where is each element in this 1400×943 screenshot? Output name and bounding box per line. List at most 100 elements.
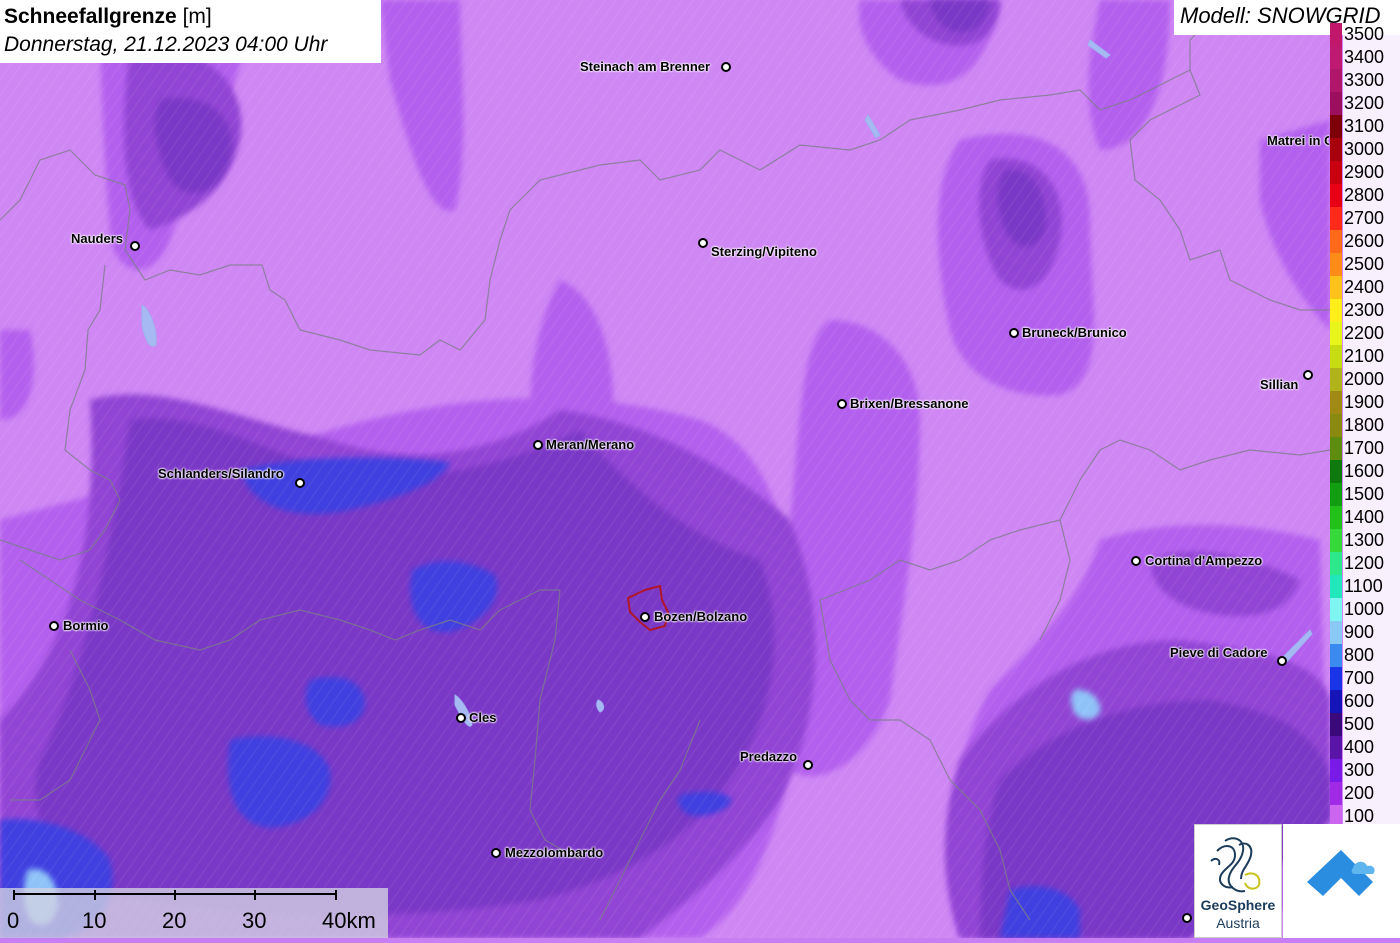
city-dot-unlabeled [1182, 913, 1192, 923]
scale-label-40: 40km [322, 908, 376, 933]
legend-swatch [1330, 736, 1342, 759]
legend-row-300: 300 [1330, 759, 1400, 782]
legend-label: 3300 [1343, 69, 1400, 92]
app-logo-icon [1307, 850, 1375, 896]
legend-swatch [1330, 506, 1342, 529]
city-dot-meran [533, 440, 543, 450]
legend-row-2300: 2300 [1330, 299, 1400, 322]
legend-label: 2700 [1343, 207, 1400, 230]
scale-label-20: 20 [162, 908, 187, 933]
legend-label: 500 [1343, 713, 1400, 736]
legend-label: 2500 [1343, 253, 1400, 276]
legend-row-800: 800 [1330, 644, 1400, 667]
legend-swatch [1330, 322, 1342, 345]
city-label-sterzing: Sterzing/Vipiteno [711, 244, 817, 259]
legend-row-2200: 2200 [1330, 322, 1400, 345]
legend-swatch [1330, 391, 1342, 414]
legend-label: 1700 [1343, 437, 1400, 460]
legend-swatch [1330, 621, 1342, 644]
city-label-nauders: Nauders [71, 231, 124, 246]
legend-swatch [1330, 690, 1342, 713]
map-title-box: Schneefallgrenze [m] Donnerstag, 21.12.2… [0, 0, 381, 63]
legend-swatch [1330, 644, 1342, 667]
legend-label: 2600 [1343, 230, 1400, 253]
legend-label: 800 [1343, 644, 1400, 667]
legend-swatch [1330, 552, 1342, 575]
city-label-matrei: Matrei in Osttirol [1267, 134, 1329, 148]
legend-swatch [1330, 437, 1342, 460]
legend-row-2400: 2400 [1330, 276, 1400, 299]
legend-row-600: 600 [1330, 690, 1400, 713]
city-label-mezzolombardo: Mezzolombardo [505, 845, 604, 860]
city-dot-bormio [49, 621, 59, 631]
city-label-bozen: Bozen/Bolzano [654, 609, 748, 624]
legend-label: 400 [1343, 736, 1400, 759]
legend-swatch [1330, 138, 1342, 161]
legend-label: 1900 [1343, 391, 1400, 414]
scale-bar: 0 10 20 30 40km [0, 888, 388, 938]
legend-row-3100: 3100 [1330, 115, 1400, 138]
legend-label: 1500 [1343, 483, 1400, 506]
legend-swatch [1330, 23, 1342, 46]
legend-swatch [1330, 782, 1342, 805]
legend-row-2100: 2100 [1330, 345, 1400, 368]
legend-label: 2800 [1343, 184, 1400, 207]
legend-row-3300: 3300 [1330, 69, 1400, 92]
legend-swatch [1330, 368, 1342, 391]
legend-swatch [1330, 483, 1342, 506]
map-title-unit: [m] [176, 5, 212, 28]
city-dot-predazzo [803, 760, 813, 770]
scale-label-30: 30 [242, 908, 267, 933]
city-dot-sterzing [698, 238, 708, 248]
legend-row-3000: 3000 [1330, 138, 1400, 161]
legend-row-1400: 1400 [1330, 506, 1400, 529]
legend-label: 2000 [1343, 368, 1400, 391]
legend-label: 2100 [1343, 345, 1400, 368]
city-label-bormio: Bormio [63, 618, 109, 633]
scale-label-10: 10 [82, 908, 107, 933]
city-label-cortina: Cortina d'Ampezzo [1145, 553, 1263, 568]
geosphere-line1: GeoSphere [1200, 897, 1276, 913]
legend-swatch [1330, 345, 1342, 368]
legend-label: 2300 [1343, 299, 1400, 322]
legend-label: 3200 [1343, 92, 1400, 115]
city-label-brixen: Brixen/Bressanone [850, 396, 969, 411]
legend-label: 1800 [1343, 414, 1400, 437]
city-dot-brixen [837, 399, 847, 409]
city-label-cles: Cles [469, 710, 497, 725]
legend-row-1800: 1800 [1330, 414, 1400, 437]
legend-swatch [1330, 598, 1342, 621]
city-label-predazzo: Predazzo [740, 749, 798, 764]
legend-swatch [1330, 529, 1342, 552]
city-label-steinach: Steinach am Brenner [580, 59, 711, 74]
legend-swatch [1330, 759, 1342, 782]
app-logo[interactable] [1283, 824, 1400, 938]
legend-label: 200 [1343, 782, 1400, 805]
legend-row-200: 200 [1330, 782, 1400, 805]
legend-row-1900: 1900 [1330, 391, 1400, 414]
legend-row-1500: 1500 [1330, 483, 1400, 506]
legend-label: 1300 [1343, 529, 1400, 552]
legend-swatch [1330, 575, 1342, 598]
legend-swatch [1330, 299, 1342, 322]
legend-row-1200: 1200 [1330, 552, 1400, 575]
legend-label: 1600 [1343, 460, 1400, 483]
legend-row-900: 900 [1330, 621, 1400, 644]
legend-label: 3000 [1343, 138, 1400, 161]
legend-label: 300 [1343, 759, 1400, 782]
scale-label-0: 0 [7, 908, 20, 933]
legend-swatch [1330, 253, 1342, 276]
city-dot-cortina [1131, 556, 1141, 566]
legend-label: 1400 [1343, 506, 1400, 529]
city-dot-steinach [721, 62, 731, 72]
legend-swatch [1330, 414, 1342, 437]
geosphere-logo[interactable]: GeoSphere Austria [1194, 824, 1282, 938]
legend-swatch [1330, 92, 1342, 115]
city-dot-cles [456, 713, 466, 723]
legend-swatch [1330, 46, 1342, 69]
geosphere-emblem-icon [1210, 837, 1261, 893]
legend-swatch [1330, 667, 1342, 690]
legend-label: 2200 [1343, 322, 1400, 345]
map-title-bold: Schneefallgrenze [4, 5, 177, 28]
legend-row-1100: 1100 [1330, 575, 1400, 598]
